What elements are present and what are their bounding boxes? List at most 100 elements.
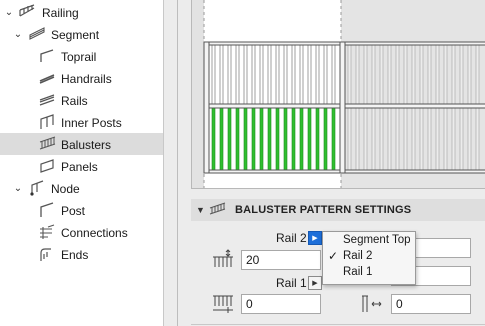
baluster-lower — [227, 107, 232, 171]
rails-icon — [39, 94, 55, 106]
menu-item-label: Rail 1 — [343, 266, 373, 278]
baluster-lower — [427, 107, 432, 171]
baluster-pattern-icon — [209, 202, 226, 215]
rail2-reference-button[interactable]: ▶ — [308, 231, 322, 245]
rail1-label: Rail 1 — [276, 276, 307, 290]
rail2-offset-icon — [213, 249, 233, 267]
tree-item-inner-posts[interactable]: Inner Posts — [0, 111, 163, 133]
tree-item-segment[interactable]: ⌄ Segment — [0, 23, 163, 45]
baluster-upper — [211, 44, 216, 105]
baluster-lower — [403, 107, 408, 171]
inner-posts-icon — [40, 114, 54, 129]
post-left — [203, 41, 210, 174]
baluster-upper — [467, 44, 472, 105]
baluster-lower — [323, 107, 328, 171]
railing-icon — [19, 4, 35, 17]
tree-item-label: Inner Posts — [61, 116, 122, 130]
baluster-upper — [363, 44, 368, 105]
baluster-upper — [347, 44, 352, 105]
baluster-upper — [267, 44, 272, 105]
baluster-lower — [475, 107, 480, 171]
rail2-offset-input[interactable]: 20 — [241, 250, 321, 270]
rail1-reference-button[interactable]: ▶ — [308, 276, 322, 290]
baluster-upper — [315, 44, 320, 105]
pane-separator-line — [177, 0, 178, 326]
menu-item-label: Segment Top — [343, 234, 411, 246]
baluster-upper — [371, 44, 376, 105]
baluster-upper — [435, 44, 440, 105]
menu-item-segment-top[interactable]: Segment Top — [323, 233, 415, 249]
baluster-pattern-settings-header[interactable]: ▼ BALUSTER PATTERN SETTINGS — [191, 199, 485, 221]
section-title: BALUSTER PATTERN SETTINGS — [235, 204, 412, 216]
rail1-offset-icon — [213, 295, 233, 313]
baluster-upper — [419, 44, 424, 105]
post-middle — [339, 41, 346, 174]
tree-item-railing[interactable]: ⌄ Railing — [0, 1, 163, 23]
baluster-lower — [219, 107, 224, 171]
baluster-lower — [379, 107, 384, 171]
baluster-lower — [363, 107, 368, 171]
tree-item-label: Handrails — [61, 72, 112, 86]
tree-item-label: Post — [61, 204, 86, 218]
panels-icon — [40, 159, 54, 173]
baluster-lower — [251, 107, 256, 171]
baluster-upper — [275, 44, 280, 105]
tree-item-handrails[interactable]: Handrails — [0, 67, 163, 89]
tree-item-label: Segment — [51, 28, 100, 42]
baluster-upper — [291, 44, 296, 105]
baluster-lower — [315, 107, 320, 171]
baluster-lower — [235, 107, 240, 171]
handrails-icon — [39, 74, 55, 84]
ends-icon — [40, 248, 51, 261]
checkmark-icon: ✓ — [328, 249, 339, 263]
baluster-lower — [291, 107, 296, 171]
chevron-down-icon[interactable]: ⌄ — [13, 183, 23, 194]
baluster-lower — [211, 107, 216, 171]
baluster-upper — [219, 44, 224, 105]
collapse-triangle-icon[interactable]: ▼ — [196, 205, 205, 215]
baluster-upper — [251, 44, 256, 105]
baluster-lower — [299, 107, 304, 171]
railing-preview — [191, 0, 485, 189]
tree-item-post[interactable]: Post — [0, 199, 163, 221]
baluster-upper — [235, 44, 240, 105]
baluster-lower — [451, 107, 456, 171]
tree-item-balusters[interactable]: Balusters — [0, 133, 163, 155]
baluster-lower — [331, 107, 336, 171]
baluster-upper — [387, 44, 392, 105]
baluster-upper — [427, 44, 432, 105]
railing-preview-drawing — [203, 0, 485, 188]
baluster-lower — [355, 107, 360, 171]
tree-item-ends[interactable]: Ends — [0, 243, 163, 265]
menu-item-rail-1[interactable]: Rail 1 — [323, 265, 415, 281]
baluster-upper — [355, 44, 360, 105]
baluster-upper — [395, 44, 400, 105]
baluster-upper — [227, 44, 232, 105]
baluster-upper — [459, 44, 464, 105]
baluster-lower — [371, 107, 376, 171]
rail1-offset-input[interactable]: 0 — [241, 294, 321, 314]
toprail-icon — [40, 49, 54, 62]
rail2-label: Rail 2 — [276, 231, 307, 245]
baluster-lower — [435, 107, 440, 171]
tree-item-label: Balusters — [61, 138, 112, 152]
tree-item-toprail[interactable]: Toprail — [0, 45, 163, 67]
chevron-down-icon[interactable]: ⌄ — [4, 7, 14, 18]
chevron-down-icon[interactable]: ⌄ — [13, 29, 23, 40]
tree-item-label: Toprail — [61, 50, 97, 64]
menu-item-rail-2[interactable]: ✓ Rail 2 — [323, 249, 415, 265]
tree-item-connections[interactable]: Connections — [0, 221, 163, 243]
tree-item-panels[interactable]: Panels — [0, 155, 163, 177]
tree-item-label: Connections — [61, 226, 128, 240]
tree-item-node[interactable]: ⌄ Node — [0, 177, 163, 199]
baluster-upper — [331, 44, 336, 105]
baluster-lower — [347, 107, 352, 171]
tree-item-label: Ends — [61, 248, 89, 262]
menu-item-label: Rail 2 — [343, 250, 373, 262]
baluster-spacing-input[interactable]: 0 — [391, 294, 471, 314]
baluster-lower — [443, 107, 448, 171]
tree-item-rails[interactable]: Rails — [0, 89, 163, 111]
baluster-lower — [459, 107, 464, 171]
settings-tree: ⌄ Railing ⌄ Segment Toprail Handrails Ra… — [0, 0, 163, 326]
baluster-lower — [387, 107, 392, 171]
